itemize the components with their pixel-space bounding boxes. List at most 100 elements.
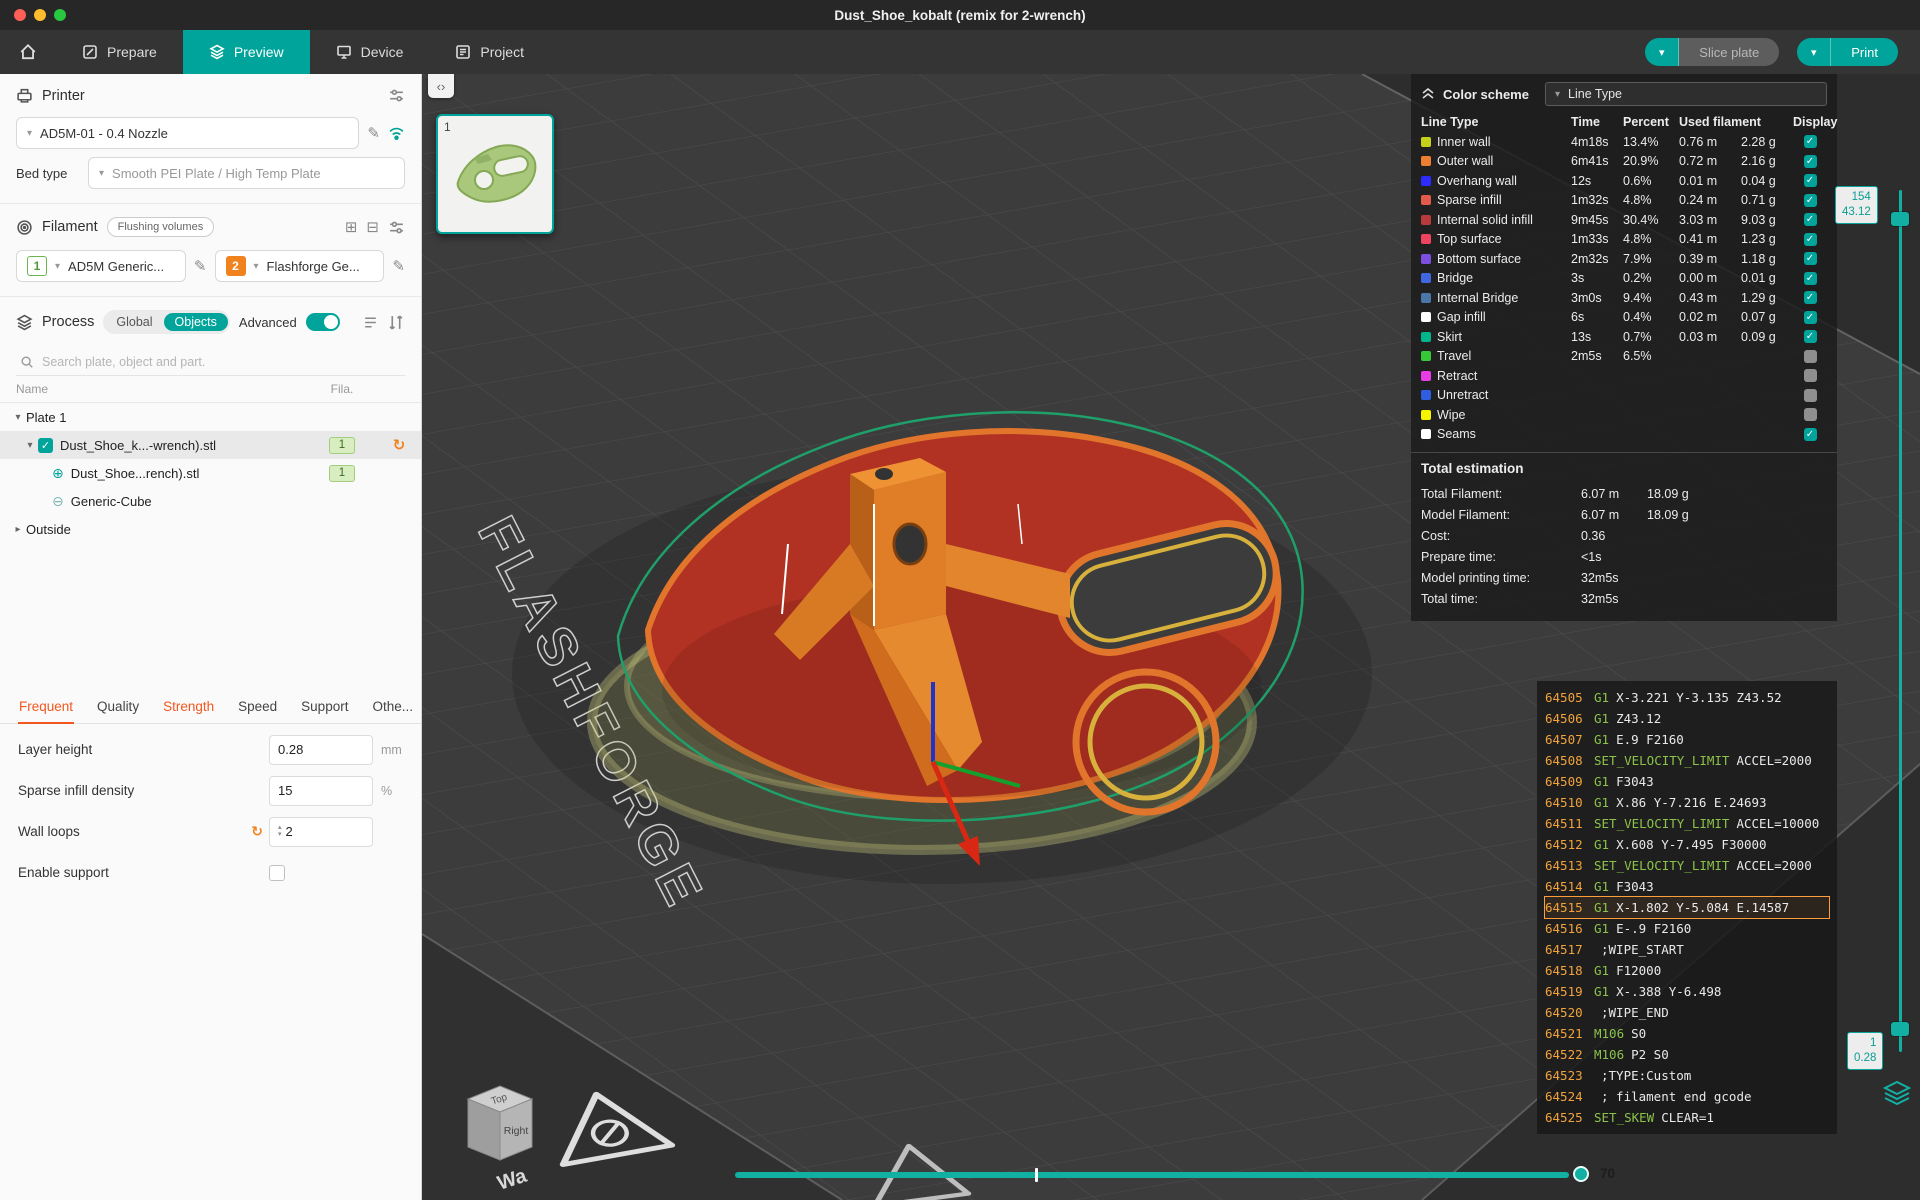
- process-compare-icon[interactable]: [388, 314, 405, 331]
- display-checkbox[interactable]: [1804, 311, 1817, 324]
- slice-dropdown-arrow[interactable]: ▾: [1645, 38, 1679, 66]
- home-button[interactable]: [0, 30, 56, 74]
- gcode-panel[interactable]: 64505 G1 X-3.221 Y-3.135 Z43.52 64506 G1…: [1537, 681, 1837, 1134]
- gcode-line[interactable]: 64508 SET_VELOCITY_LIMIT ACCEL=2000: [1545, 750, 1829, 771]
- gcode-line[interactable]: 64520 ;WIPE_END: [1545, 1002, 1829, 1023]
- display-checkbox[interactable]: [1804, 233, 1817, 246]
- display-checkbox[interactable]: [1804, 194, 1817, 207]
- gcode-line[interactable]: 64514 G1 F3043: [1545, 876, 1829, 897]
- gcode-line[interactable]: 64505 G1 X-3.221 Y-3.135 Z43.52: [1545, 687, 1829, 708]
- gcode-line[interactable]: 64509 G1 F3043: [1545, 771, 1829, 792]
- edit-filament-2-icon[interactable]: ✎: [392, 257, 405, 275]
- sync-object-icon[interactable]: ↻: [393, 436, 406, 454]
- tab-project[interactable]: Project: [429, 30, 550, 74]
- param-tab[interactable]: Quality: [96, 693, 140, 723]
- expander-icon[interactable]: ▾: [10, 412, 26, 423]
- gcode-line[interactable]: 64518 G1 F12000: [1545, 960, 1829, 981]
- enable-support-checkbox[interactable]: [269, 865, 285, 881]
- search-input[interactable]: [42, 355, 401, 369]
- scope-objects-option[interactable]: Objects: [164, 313, 228, 331]
- display-checkbox[interactable]: [1804, 291, 1817, 304]
- print-dropdown-arrow[interactable]: ▾: [1797, 38, 1831, 66]
- add-filament-icon[interactable]: ⊞: [345, 218, 358, 236]
- tree-row-part[interactable]: ⊕ Dust_Shoe...rench).stl 1: [0, 459, 421, 487]
- display-checkbox[interactable]: [1804, 155, 1817, 168]
- maximize-window-button[interactable]: [54, 9, 66, 21]
- move-slider-track[interactable]: [735, 1172, 1569, 1178]
- gcode-line[interactable]: 64517 ;WIPE_START: [1545, 939, 1829, 960]
- print-button[interactable]: ▾ Print: [1797, 38, 1898, 66]
- 3d-viewport[interactable]: FLASHFORGE Wa: [422, 74, 1920, 1200]
- color-scheme-select[interactable]: ▾ Line Type: [1545, 82, 1827, 106]
- expander-icon[interactable]: ▸: [10, 524, 26, 535]
- gcode-line[interactable]: 64510 G1 X.86 Y-7.216 E.24693: [1545, 792, 1829, 813]
- tab-prepare[interactable]: Prepare: [56, 30, 183, 74]
- printer-preset-select[interactable]: ▾ AD5M-01 - 0.4 Nozzle: [16, 117, 359, 149]
- tree-row-plate[interactable]: ▾ Plate 1: [0, 403, 421, 431]
- filament-1-select[interactable]: 1 ▾ AD5M Generic...: [16, 250, 186, 282]
- gcode-line[interactable]: 64507 G1 E.9 F2160: [1545, 729, 1829, 750]
- layer-height-input[interactable]: [278, 742, 364, 757]
- gcode-line[interactable]: 64522 M106 P2 S0: [1545, 1044, 1829, 1065]
- gcode-line[interactable]: 64511 SET_VELOCITY_LIMIT ACCEL=10000: [1545, 813, 1829, 834]
- tree-row-object-selected[interactable]: ▾ Dust_Shoe_k...-wrench).stl 1 ↻: [0, 431, 421, 459]
- gcode-line[interactable]: 64513 SET_VELOCITY_LIMIT ACCEL=2000: [1545, 855, 1829, 876]
- wall-loops-input[interactable]: [286, 824, 364, 839]
- display-checkbox[interactable]: [1804, 135, 1817, 148]
- display-checkbox[interactable]: [1804, 408, 1817, 421]
- bed-type-select[interactable]: ▾ Smooth PEI Plate / High Temp Plate: [88, 157, 405, 189]
- wall-loops-stepper[interactable]: ▴▾: [278, 825, 282, 838]
- filament-2-select[interactable]: 2 ▾ Flashforge Ge...: [215, 250, 385, 282]
- remove-filament-icon[interactable]: ⊟: [366, 218, 379, 236]
- scope-global-option[interactable]: Global: [105, 313, 163, 331]
- layers-stack-icon[interactable]: [1882, 1080, 1912, 1111]
- param-tab[interactable]: Othe...: [371, 693, 414, 723]
- layer-slider-lower-handle[interactable]: [1891, 1022, 1909, 1036]
- param-tab[interactable]: Strength: [162, 693, 215, 723]
- param-tab[interactable]: Speed: [237, 693, 278, 723]
- plate-thumbnail[interactable]: 1: [436, 114, 554, 234]
- display-checkbox[interactable]: [1804, 252, 1817, 265]
- tab-device[interactable]: Device: [310, 30, 430, 74]
- display-checkbox[interactable]: [1804, 428, 1817, 441]
- param-tab[interactable]: Frequent: [18, 693, 74, 723]
- sparse-density-input[interactable]: [278, 783, 364, 798]
- wifi-icon[interactable]: [388, 126, 405, 141]
- display-checkbox[interactable]: [1804, 389, 1817, 402]
- expander-icon[interactable]: ▾: [22, 440, 38, 451]
- sidebar-collapse-button[interactable]: ‹›: [428, 74, 454, 98]
- filament-badge[interactable]: 1: [329, 465, 355, 482]
- param-tab[interactable]: Support: [300, 693, 349, 723]
- minimize-window-button[interactable]: [34, 9, 46, 21]
- gcode-line[interactable]: 64525 SET_SKEW CLEAR=1: [1545, 1107, 1829, 1128]
- tree-row-outside[interactable]: ▸ Outside: [0, 515, 421, 543]
- display-checkbox[interactable]: [1804, 174, 1817, 187]
- gcode-line[interactable]: 64516 G1 E-.9 F2160: [1545, 918, 1829, 939]
- close-window-button[interactable]: [14, 9, 26, 21]
- advanced-toggle[interactable]: [306, 313, 340, 331]
- printer-settings-icon[interactable]: [388, 87, 405, 104]
- edit-printer-icon[interactable]: ✎: [367, 124, 380, 142]
- reset-wall-loops-icon[interactable]: ↻: [251, 823, 263, 840]
- gcode-line[interactable]: 64506 G1 Z43.12: [1545, 708, 1829, 729]
- flushing-volumes-button[interactable]: Flushing volumes: [107, 217, 215, 237]
- layer-slider-track[interactable]: [1899, 190, 1902, 1052]
- edit-filament-1-icon[interactable]: ✎: [194, 257, 207, 275]
- gcode-line[interactable]: 64519 G1 X-.388 Y-6.498: [1545, 981, 1829, 1002]
- gcode-line[interactable]: 64521 M106 S0: [1545, 1023, 1829, 1044]
- display-checkbox[interactable]: [1804, 330, 1817, 343]
- display-checkbox[interactable]: [1804, 213, 1817, 226]
- filament-badge[interactable]: 1: [329, 437, 355, 454]
- gcode-line[interactable]: 64515 G1 X-1.802 Y-5.084 E.14587: [1545, 897, 1829, 918]
- collapse-panel-icon[interactable]: [1421, 87, 1435, 101]
- tab-preview[interactable]: Preview: [183, 30, 310, 74]
- process-list-icon[interactable]: [362, 314, 379, 331]
- display-checkbox[interactable]: [1804, 350, 1817, 363]
- gcode-line[interactable]: 64523 ;TYPE:Custom: [1545, 1065, 1829, 1086]
- filament-settings-icon[interactable]: [388, 219, 405, 236]
- object-visible-checkbox[interactable]: [38, 438, 53, 453]
- display-checkbox[interactable]: [1804, 272, 1817, 285]
- navigation-cube[interactable]: Top Right: [456, 1072, 544, 1176]
- layer-slider-upper-handle[interactable]: [1891, 212, 1909, 226]
- slice-plate-button[interactable]: ▾ Slice plate: [1645, 38, 1779, 66]
